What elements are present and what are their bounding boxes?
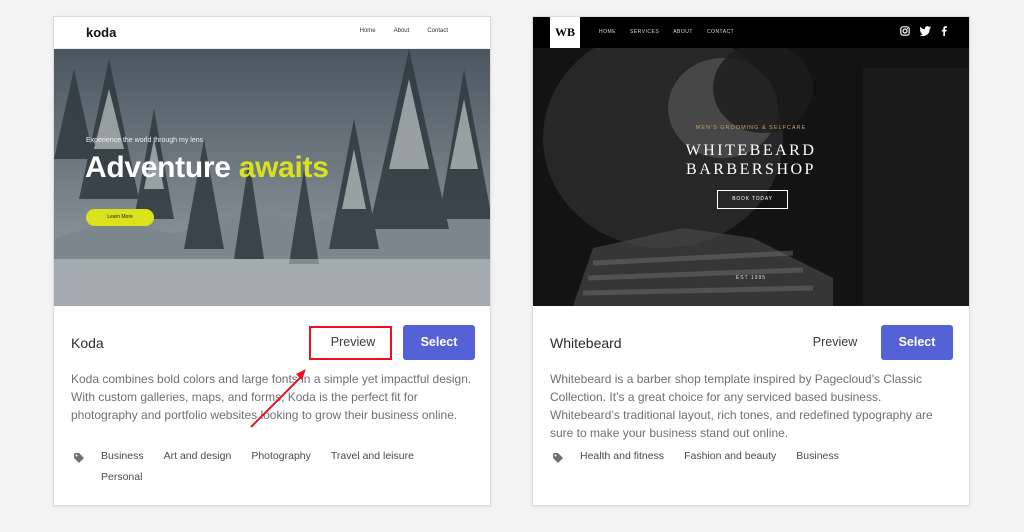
wb-preview-nav: WB HOME SERVICES ABOUT CONTACT xyxy=(533,17,969,48)
select-button[interactable]: Select xyxy=(881,325,953,360)
wb-preview-hero-image: MEN'S GROOMING & SELFCARE WHITEBEARD BAR… xyxy=(533,48,969,306)
wb-preview-social xyxy=(900,26,947,36)
wb-preview-title: WHITEBEARD BARBERSHOP xyxy=(533,141,969,179)
whitebeard-card-body: Whitebeard Preview Select Whitebeard is … xyxy=(533,306,969,505)
tag-business[interactable]: Business xyxy=(796,450,839,462)
wb-preview-est: EST 1995 xyxy=(735,275,767,281)
facebook-icon xyxy=(941,26,947,36)
template-card-koda: koda Home About Contact Experience the w… xyxy=(53,16,491,506)
koda-card-body: Koda Preview Select Koda combines bold c… xyxy=(54,306,490,505)
template-card-whitebeard: WB HOME SERVICES ABOUT CONTACT MEN'S GRO… xyxy=(532,16,970,506)
tag-travel-and-leisure[interactable]: Travel and leisure xyxy=(331,450,414,462)
wb-preview-nav-contact: CONTACT xyxy=(706,29,735,35)
template-name: Koda xyxy=(71,335,104,351)
wb-preview-nav-links: HOME SERVICES ABOUT CONTACT xyxy=(599,29,734,35)
koda-preview-nav-contact: Contact xyxy=(427,28,448,34)
koda-preview-nav: koda Home About Contact xyxy=(54,17,490,49)
koda-preview-nav-home: Home xyxy=(359,28,376,34)
wb-preview-nav-about: ABOUT xyxy=(673,29,693,35)
tag-personal[interactable]: Personal xyxy=(101,471,142,483)
instagram-icon xyxy=(900,26,910,36)
template-description: Whitebeard is a barber shop template ins… xyxy=(550,372,933,440)
tag-fashion-and-beauty[interactable]: Fashion and beauty xyxy=(684,450,776,462)
twitter-icon xyxy=(920,26,931,36)
wb-preview-nav-services: SERVICES xyxy=(630,29,660,35)
koda-preview-learn-more: Learn More xyxy=(86,209,154,226)
wb-title-line2: BARBERSHOP xyxy=(686,161,816,178)
wb-preview-logo: WB xyxy=(550,17,580,48)
koda-preview-logo: koda xyxy=(86,25,117,40)
wb-preview-book-today: BOOK TODAY xyxy=(717,190,788,209)
tag-row-1: Business Art and design Photography Trav… xyxy=(101,450,414,462)
tag-health-and-fitness[interactable]: Health and fitness xyxy=(580,450,664,462)
tag-row-2: Personal xyxy=(101,471,142,483)
tag-icon xyxy=(553,453,563,463)
wb-preview-nav-home: HOME xyxy=(599,29,616,35)
koda-headline-part1: Adventure xyxy=(85,151,231,184)
koda-preview-headline: Adventure awaits xyxy=(85,151,329,185)
tag-business[interactable]: Business xyxy=(101,450,144,462)
template-name: Whitebeard xyxy=(550,335,622,351)
select-button[interactable]: Select xyxy=(403,325,475,360)
annotation-highlight-box xyxy=(309,326,392,360)
tag-row-1: Health and fitness Fashion and beauty Bu… xyxy=(580,450,839,462)
koda-preview-nav-links: Home About Contact xyxy=(360,28,448,34)
koda-preview-tagline: Experience the world through my lens xyxy=(86,137,204,144)
koda-headline-part2: awaits xyxy=(238,151,329,184)
tag-art-and-design[interactable]: Art and design xyxy=(164,450,232,462)
preview-button[interactable]: Preview xyxy=(794,325,876,360)
wb-preview-subtitle: MEN'S GROOMING & SELFCARE xyxy=(695,125,807,131)
tag-icon xyxy=(74,453,84,463)
template-description: Koda combines bold colors and large font… xyxy=(71,372,472,422)
koda-preview-nav-about: About xyxy=(393,28,410,34)
tag-photography[interactable]: Photography xyxy=(251,450,311,462)
koda-preview-hero-image: Experience the world through my lens Adv… xyxy=(54,49,490,306)
wb-title-line1: WHITEBEARD xyxy=(685,142,817,159)
